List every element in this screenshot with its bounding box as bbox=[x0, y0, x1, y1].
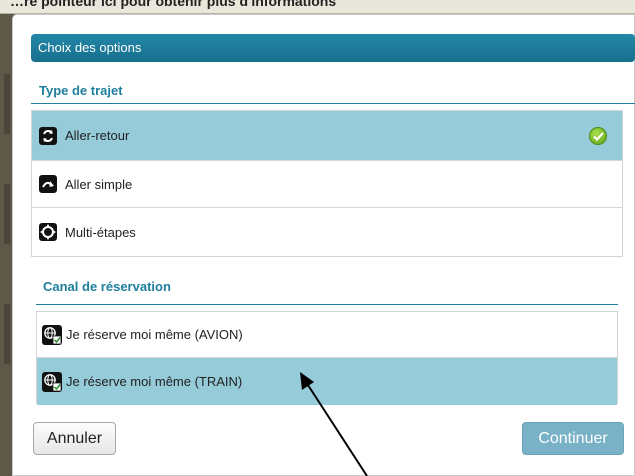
channel-option-label: Je réserve moi même (TRAIN) bbox=[66, 374, 243, 389]
round-trip-icon bbox=[39, 126, 57, 145]
trip-option-label: Aller-retour bbox=[65, 128, 130, 143]
trip-option-multi-stop[interactable]: Multi-étapes bbox=[32, 208, 622, 256]
channel-option-label: Je réserve moi même (AVION) bbox=[66, 327, 243, 342]
background-stripe bbox=[4, 74, 10, 134]
dialog-title: Choix des options bbox=[31, 34, 635, 62]
trip-type-heading: Type de trajet bbox=[39, 83, 123, 98]
background-tooltip-text: …re pointeur ici pour obtenir plus d'inf… bbox=[10, 0, 337, 9]
continue-button[interactable]: Continuer bbox=[522, 422, 624, 455]
channel-option-avion[interactable]: Je réserve moi même (AVION) bbox=[37, 312, 617, 358]
trip-option-round-trip[interactable]: Aller-retour bbox=[32, 111, 622, 161]
options-dialog: Choix des options Type de trajet Aller-r… bbox=[12, 14, 635, 476]
booking-channel-list: Je réserve moi même (AVION) Je réserve m… bbox=[36, 311, 618, 405]
web-booking-icon bbox=[42, 371, 62, 392]
selected-check-icon bbox=[589, 126, 607, 145]
background-stripe bbox=[4, 184, 10, 244]
background-stripe bbox=[4, 304, 10, 364]
cancel-button[interactable]: Annuler bbox=[33, 422, 116, 455]
booking-channel-rule bbox=[36, 304, 618, 305]
booking-channel-heading: Canal de réservation bbox=[43, 279, 171, 294]
trip-option-label: Aller simple bbox=[65, 176, 133, 192]
one-way-icon bbox=[39, 175, 57, 193]
channel-option-train[interactable]: Je réserve moi même (TRAIN) bbox=[37, 358, 617, 405]
trip-option-one-way[interactable]: Aller simple bbox=[32, 161, 622, 208]
background-tooltip-strip: …re pointeur ici pour obtenir plus d'inf… bbox=[0, 0, 635, 14]
web-booking-icon bbox=[42, 324, 62, 345]
trip-type-rule bbox=[31, 103, 635, 104]
trip-type-list: Aller-retour Aller simple Multi-étapes bbox=[31, 110, 623, 257]
multi-stop-icon bbox=[39, 223, 57, 241]
trip-option-label: Multi-étapes bbox=[65, 224, 136, 240]
